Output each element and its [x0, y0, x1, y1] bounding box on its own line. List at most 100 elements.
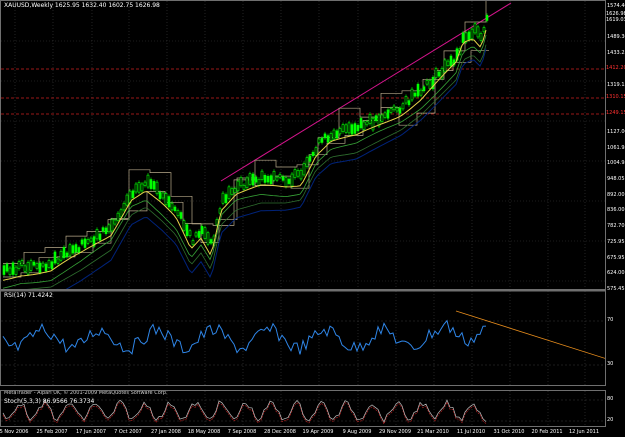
date-label: 31 Oct 2010 [493, 429, 525, 435]
candle-body [365, 121, 369, 126]
candle-body [209, 239, 213, 244]
candle-body [386, 109, 390, 119]
candle-body [206, 232, 210, 245]
candle-body [194, 232, 198, 237]
copyright-text: MetaTrader - Alpari UK, © 2001-2009 Meta… [4, 390, 168, 396]
price-axis-label: 782.70 [607, 223, 625, 229]
candle-body [413, 92, 417, 97]
candle-body [17, 261, 21, 269]
candle-body [203, 227, 207, 239]
candle-body [104, 227, 108, 234]
candle-body [110, 219, 114, 232]
candle-body [269, 175, 273, 185]
candle-body [149, 179, 153, 189]
candle-body [44, 263, 48, 272]
candle-body [125, 194, 129, 206]
metatrader-chart-window: XAUUSD,Weekly 1625.95 1632.40 1602.75 16… [0, 0, 625, 437]
date-label: 19 Apr 2009 [302, 429, 334, 435]
candle-body [482, 27, 486, 33]
candle-body [65, 252, 69, 257]
candle-body [233, 188, 237, 193]
candle-body [485, 14, 489, 21]
candle-body [191, 240, 195, 245]
candle-body [230, 188, 234, 195]
candle-body [311, 151, 315, 157]
candle-body [287, 178, 291, 184]
candle-body [308, 155, 312, 162]
candle-body [353, 123, 357, 134]
candle-body [323, 133, 327, 139]
candle-body [200, 226, 204, 235]
price-chart-svg [1, 1, 605, 289]
candle-body [422, 86, 426, 92]
price-axis-label: 948.05 [607, 176, 625, 182]
price-tag: 1310.15 [606, 94, 625, 101]
candle-body [281, 176, 285, 181]
candle-body [113, 219, 117, 225]
candle-body [389, 108, 393, 113]
candle-body [329, 133, 333, 141]
price-axis-label: 1489.36 [607, 34, 625, 40]
candle-body [242, 184, 246, 190]
candle-body [419, 89, 423, 96]
rsi-axis: 70 30 [607, 290, 625, 386]
price-axis-label: 675.95 [607, 255, 625, 261]
price-chart-pane[interactable]: XAUUSD,Weekly 1625.95 1632.40 1602.75 16… [0, 0, 606, 290]
candle-body [131, 190, 135, 199]
candle-body [122, 202, 126, 211]
candle-body [284, 177, 288, 187]
candle-body [446, 60, 450, 66]
candle-body [257, 178, 261, 186]
candle-body [71, 245, 75, 254]
candle-body [332, 129, 336, 140]
candle-body [392, 105, 396, 111]
candle-body [434, 68, 438, 78]
candle-body [344, 124, 348, 133]
candle-body [374, 115, 378, 122]
rsi-trendline [455, 310, 605, 359]
stochastic-pane[interactable]: Stoch(5,3,3) 86.9566 76.3734 MetaTrader … [0, 390, 606, 427]
candle-body [68, 244, 72, 256]
price-tag: 1619.03 [606, 17, 625, 24]
date-label: 12 Jun 2011 [568, 429, 600, 435]
candle-body [116, 212, 120, 221]
candle-body [398, 107, 402, 114]
rsi-pane[interactable]: RSI(14) 71.4242 [0, 290, 606, 386]
candle-body [26, 262, 30, 275]
rsi-level-30: 30 [607, 361, 614, 367]
price-axis-label: 1433.25 [607, 50, 625, 56]
candle-body [254, 176, 258, 183]
candle-body [239, 177, 243, 187]
price-axis-label: 836.00 [607, 207, 625, 213]
candle-body [83, 238, 87, 248]
candle-body [266, 175, 270, 183]
candle-body [473, 23, 477, 34]
candle-body [5, 263, 9, 272]
candle-body [416, 83, 420, 97]
date-label: 29 Nov 2009 [378, 429, 412, 435]
candle-body [425, 80, 429, 85]
candle-body [80, 239, 84, 245]
candle-body [341, 124, 345, 132]
candle-body [371, 117, 375, 131]
candle-body [170, 202, 174, 211]
candle-body [143, 181, 147, 186]
candle-body [245, 177, 249, 188]
candle-body [35, 263, 39, 269]
date-label: 17 Jun 2007 [75, 429, 107, 435]
price-tag: 1412.20 [606, 65, 625, 72]
candle-body [251, 173, 255, 186]
rsi-level-70: 70 [607, 317, 614, 323]
stochastic-title: Stoch(5,3,3) 86.9566 76.3734 [4, 398, 95, 405]
candle-body [2, 265, 6, 275]
candle-body [32, 261, 36, 266]
candle-body [107, 224, 111, 233]
candle-body [305, 157, 309, 167]
candle-body [137, 182, 141, 193]
date-label: 27 Jan 2008 [151, 429, 181, 435]
candle-body [461, 32, 465, 43]
candle-body [47, 260, 51, 268]
candle-body [140, 183, 144, 192]
rsi-svg [1, 291, 605, 385]
candle-body [134, 183, 138, 193]
